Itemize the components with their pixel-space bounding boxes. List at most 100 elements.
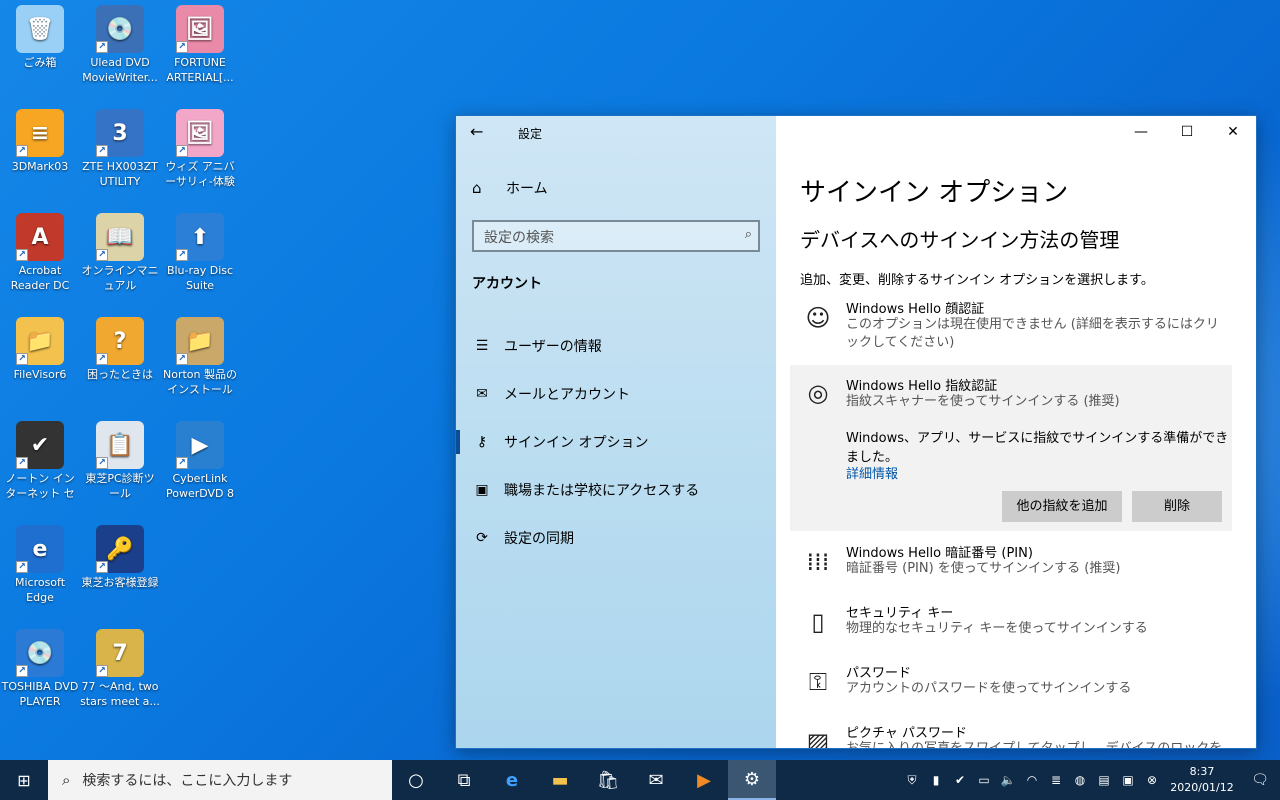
desktop-icon-label: FORTUNE ARTERIAL[... [166, 56, 234, 84]
settings-content-pane: — ☐ ✕ サインイン オプション デバイスへのサインイン方法の管理 追加、変更… [776, 116, 1256, 748]
app-shortcut-icon: ▶ ↗ [176, 421, 224, 469]
task-view-icon: ⧉ [457, 769, 471, 791]
home-label: ホーム [506, 181, 548, 197]
desktop-icon[interactable]: 🗑 ごみ箱 [0, 5, 80, 70]
nav-item-user-info[interactable]: ☰ ユーザーの情報 [456, 322, 776, 370]
option-security-key[interactable]: ▯ セキュリティ キー 物理的なセキュリティ キーを使ってサインインする [790, 602, 1232, 652]
norton-check-icon[interactable]: ✔ [948, 773, 972, 787]
learn-more-link[interactable]: 詳細情報 [846, 463, 898, 482]
fingerprint-icon: ◎ [807, 379, 829, 407]
shortcut-arrow-icon: ↗ [16, 249, 28, 261]
title-bar: ← 設定 [456, 116, 776, 148]
app-shortcut-icon: 🖼 ↗ [176, 109, 224, 157]
network-globe-icon[interactable]: ◍ [1068, 773, 1092, 787]
desktop-icon-label: オンラインマニュアル [81, 264, 159, 292]
desktop-icon[interactable]: ✔↗ ノートン インターネット セキュリ... [0, 421, 80, 501]
fingerprint-ready-text: Windows、アプリ、サービスに指紋でサインインする準備ができました。 [846, 431, 1229, 465]
desktop-icon-label: 77 ～And, two stars meet a... [80, 680, 160, 708]
usb-device-icon[interactable]: ▮ [924, 773, 948, 787]
option-picture-password[interactable]: ▨ ピクチャ パスワード お気に入りの写真をスワイプしてタップし、デバイスのロッ… [790, 722, 1232, 748]
maximize-icon: ☐ [1180, 124, 1194, 140]
desktop-icon[interactable]: 📁 ↗ FileVisor6 [0, 317, 80, 382]
shortcut-arrow-icon: ↗ [176, 353, 188, 365]
battery-icon[interactable]: ▭ [972, 773, 996, 787]
option-fingerprint[interactable]: ◎ Windows Hello 指紋認証 指紋スキャナーを使ってサインインする … [790, 365, 1232, 531]
desktop-icon[interactable]: e ↗ Microsoft Edge [0, 525, 80, 605]
nav-item-signin-options[interactable]: ⚷ サインイン オプション [456, 418, 776, 466]
close-circle-icon[interactable]: ⊗ [1140, 773, 1164, 787]
shortcut-arrow-icon: ↗ [96, 665, 108, 677]
option-name: Windows Hello 暗証番号 (PIN) [846, 546, 1033, 561]
desktop-icon[interactable]: ▶ ↗ CyberLink PowerDVD 8 [160, 421, 240, 501]
option-pin[interactable]: ⁞⁞⁞ Windows Hello 暗証番号 (PIN) 暗証番号 (PIN) … [790, 542, 1232, 592]
taskbar-settings[interactable]: ⚙ [728, 760, 776, 800]
back-button[interactable]: ← [470, 122, 490, 142]
nav-item-mail-accounts[interactable]: ✉ メールとアカウント [456, 370, 776, 418]
task-view-button[interactable]: ⧉ [440, 760, 488, 800]
desktop-icon-label: Microsoft Edge [14, 576, 66, 604]
app-shortcut-icon: 🗑 [16, 5, 64, 53]
minimize-icon: — [1134, 124, 1148, 140]
desktop-icon[interactable]: 📖 ↗ オンラインマニュアル [80, 213, 160, 293]
cortana-button[interactable]: ○ [392, 760, 440, 800]
display-settings-icon[interactable]: ▤ [1092, 773, 1116, 787]
defender-shield-icon[interactable]: ⛨ [900, 773, 924, 788]
taskbar-mail[interactable]: ✉ [632, 760, 680, 800]
app-shortcut-icon: 3 ↗ [96, 109, 144, 157]
desktop-icon[interactable]: 🔑 ↗ 東芝お客様登録 [80, 525, 160, 590]
volume-icon[interactable]: 🔈 [996, 773, 1020, 787]
desktop-icon[interactable]: 💿 ↗ Ulead DVD MovieWriter... [80, 5, 160, 85]
desktop-icon[interactable]: ≡ ↗ 3DMark03 [0, 109, 80, 174]
desktop-icon[interactable]: ? ↗ 困ったときは [80, 317, 160, 382]
desktop-icon-label: 東芝お客様登録 [81, 576, 159, 589]
close-button[interactable]: ✕ [1210, 116, 1256, 148]
maximize-button[interactable]: ☐ [1164, 116, 1210, 148]
shortcut-arrow-icon: ↗ [16, 457, 28, 469]
desktop-icon[interactable]: 📁↗ Norton 製品のインストールフ... [160, 317, 240, 397]
taskbar-search-box[interactable]: ⌕ 検索するには、ここに入力します [48, 760, 392, 800]
taskbar-explorer[interactable]: ▬ [536, 760, 584, 800]
home-link[interactable]: ⌂ ホーム [472, 178, 548, 198]
nav-label: 設定の同期 [504, 531, 574, 547]
option-password[interactable]: ⚿ パスワード アカウントのパスワードを使ってサインインする [790, 662, 1232, 712]
media-player-icon: ▶ [697, 769, 711, 791]
settings-search-input[interactable]: 設定の検索 ⌕ [472, 220, 760, 252]
taskbar-media[interactable]: ▶ [680, 760, 728, 800]
desktop-icon[interactable]: 🖼↗ ウィズ アニバーサリィ-体験版v... [160, 109, 240, 189]
stack-app-icon[interactable]: ≣ [1044, 773, 1068, 787]
wifi-icon[interactable]: ◠ [1020, 773, 1044, 787]
taskbar-search-placeholder: 検索するには、ここに入力します [82, 773, 293, 789]
security-center-icon[interactable]: ▣ [1116, 773, 1140, 787]
option-desc: 指紋スキャナーを使ってサインインする (推奨) [846, 394, 1120, 409]
shortcut-arrow-icon: ↗ [96, 457, 108, 469]
remove-fingerprint-button[interactable]: 削除 [1132, 491, 1222, 522]
search-icon: ⌕ [62, 771, 71, 789]
desktop-icon-label: ZTE HX003ZT UTILITY [82, 160, 158, 188]
start-button[interactable]: ⊞ [0, 760, 48, 800]
desktop-icon[interactable]: ⬆ ↗ Blu-ray Disc Suite [160, 213, 240, 293]
nav-item-sync[interactable]: ⟳ 設定の同期 [456, 514, 776, 562]
app-shortcut-icon: 💿 ↗ [96, 5, 144, 53]
app-shortcut-icon: 📋 ↗ [96, 421, 144, 469]
desktop-icon[interactable]: 🖼 ↗ FORTUNE ARTERIAL[... [160, 5, 240, 85]
desktop-icon-label: Blu-ray Disc Suite [166, 264, 234, 292]
desktop-icon[interactable]: 7 ↗ 77 ～And, two stars meet a... [80, 629, 160, 709]
desktop-icon[interactable]: 3 ↗ ZTE HX003ZT UTILITY [80, 109, 160, 189]
desktop-icon[interactable]: A ↗ Acrobat Reader DC [0, 213, 80, 293]
app-shortcut-icon: e ↗ [16, 525, 64, 573]
clock[interactable]: 8:37 2020/01/12 [1164, 764, 1240, 796]
taskbar-edge[interactable]: e [488, 760, 536, 800]
nav-item-work-school[interactable]: ▣ 職場または学校にアクセスする [456, 466, 776, 514]
desktop-icon[interactable]: 📋 ↗ 東芝PC診断ツール [80, 421, 160, 501]
taskbar-store[interactable]: 🛍 [584, 760, 632, 800]
app-shortcut-icon: ? ↗ [96, 317, 144, 365]
option-face[interactable]: ☺ Windows Hello 顔認証 このオプションは現在使用できません (詳… [790, 298, 1232, 358]
action-center-button[interactable]: 🗨 [1240, 772, 1280, 788]
add-fingerprint-button[interactable]: 他の指紋を追加 [1002, 491, 1122, 522]
minimize-button[interactable]: — [1118, 116, 1164, 148]
nav-list: ☰ ユーザーの情報 ✉ メールとアカウント ⚷ サインイン オプション ▣ 職場… [456, 322, 776, 562]
option-desc: 物理的なセキュリティ キーを使ってサインインする [846, 621, 1148, 636]
app-shortcut-icon: 📖 ↗ [96, 213, 144, 261]
desktop-icon-label: TOSHIBA DVD PLAYER [1, 680, 79, 708]
desktop-icon[interactable]: 💿 ↗ TOSHIBA DVD PLAYER [0, 629, 80, 709]
